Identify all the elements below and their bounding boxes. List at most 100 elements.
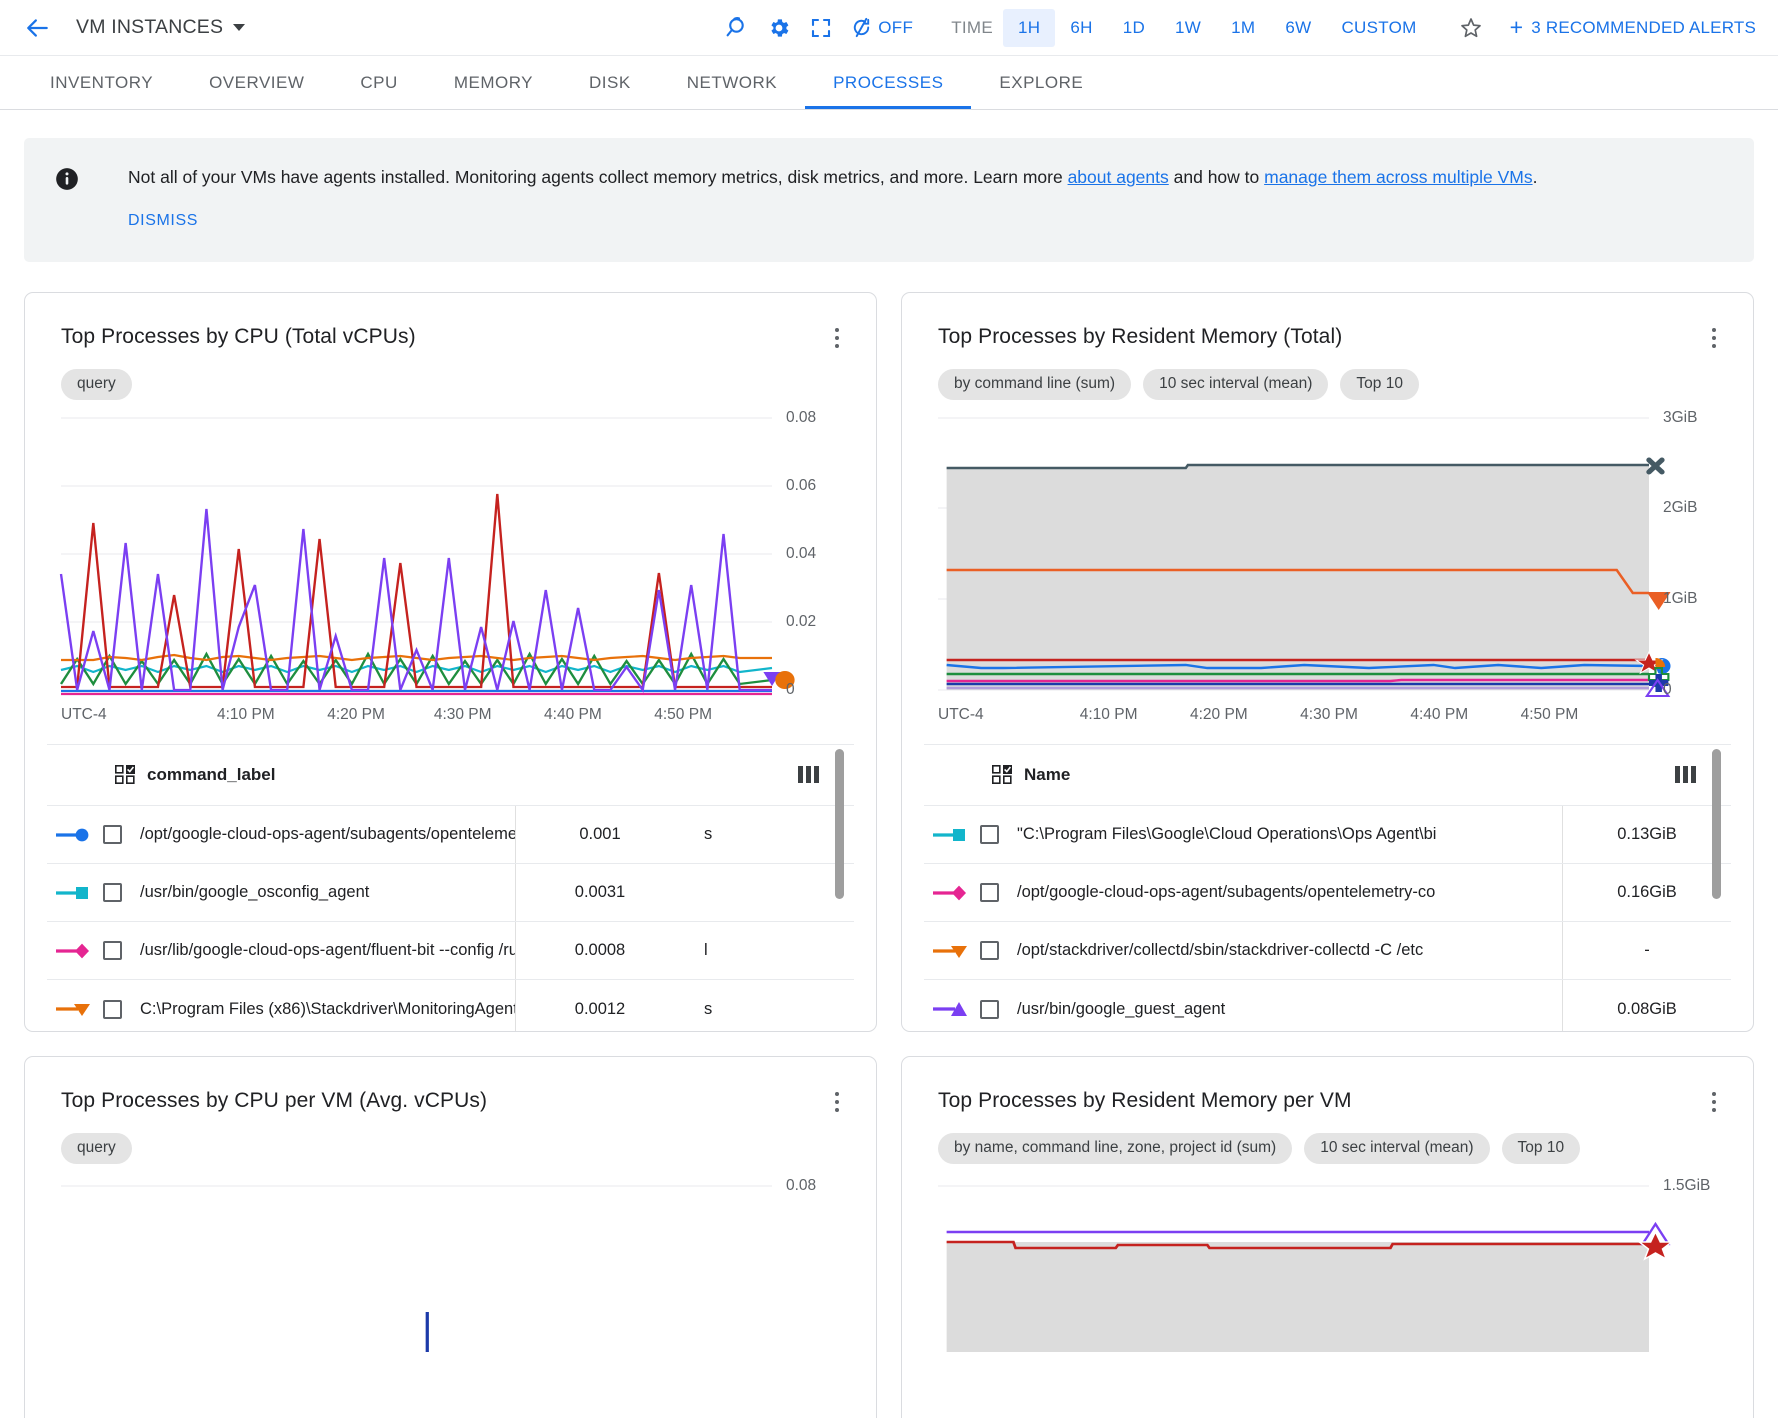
row-name: /opt/google-cloud-ops-agent/subagents/op… xyxy=(1017,883,1562,902)
row-extra: l xyxy=(684,941,854,960)
table-row[interactable]: /usr/bin/google_guest_agent 0.08GiB xyxy=(924,980,1731,1032)
y-tick-1.5gib: 1.5GiB xyxy=(1663,1177,1710,1195)
row-value: 0.0031 xyxy=(516,883,684,902)
columns-settings-icon[interactable] xyxy=(1675,765,1697,785)
row-checkbox[interactable] xyxy=(103,941,122,960)
page-title-dropdown[interactable]: VM INSTANCES xyxy=(76,16,245,39)
time-label: TIME xyxy=(951,18,993,38)
row-checkbox[interactable] xyxy=(980,1000,999,1019)
dismiss-button[interactable]: DISMISS xyxy=(128,212,198,230)
x-tick-450: 4:50 PM xyxy=(654,706,712,724)
card-header: Top Processes by CPU (Total vCPUs) xyxy=(47,317,854,353)
card-title: Top Processes by Resident Memory (Total) xyxy=(924,317,1342,349)
table-header-row: command_label xyxy=(47,745,854,805)
chart-cpu-per-vm: 0.08 xyxy=(47,1182,854,1352)
table-row[interactable]: "C:\Program Files\Google\Cloud Operation… xyxy=(924,806,1731,864)
tab-overview[interactable]: OVERVIEW xyxy=(181,56,332,109)
table-row[interactable]: /usr/lib/google-cloud-ops-agent/fluent-b… xyxy=(47,922,854,980)
recommended-alerts-button[interactable]: + 3 RECOMMENDED ALERTS xyxy=(1510,16,1756,39)
table-header-row: Name xyxy=(924,745,1731,805)
legend-table: Name "C:\Program Files\Google\Cloud Oper… xyxy=(924,744,1731,1032)
row-name: /usr/bin/google_guest_agent xyxy=(1017,1000,1562,1019)
time-range-1m[interactable]: 1M xyxy=(1216,9,1270,47)
row-name: /opt/google-cloud-ops-agent/subagents/op… xyxy=(140,825,515,844)
row-checkbox[interactable] xyxy=(103,825,122,844)
x-axis-labels: UTC-4 4:10 PM 4:20 PM 4:30 PM 4:40 PM 4:… xyxy=(61,698,772,730)
card-menu-button[interactable] xyxy=(824,1087,850,1117)
card-menu-button[interactable] xyxy=(1701,1087,1727,1117)
area-fill xyxy=(947,1242,1649,1352)
table-vertical-scrollbar[interactable] xyxy=(1712,749,1721,899)
table-row[interactable]: /opt/google-cloud-ops-agent/subagents/op… xyxy=(47,806,854,864)
tab-disk[interactable]: DISK xyxy=(561,56,659,109)
tab-explore[interactable]: EXPLORE xyxy=(971,56,1111,109)
dashboard-grid: Top Processes by CPU (Total vCPUs) query xyxy=(0,262,1778,1418)
legend-marker-triangle-up-icon xyxy=(924,1000,980,1018)
y-axis-labels: 1.5GiB xyxy=(1653,1182,1731,1352)
search-button[interactable] xyxy=(716,7,758,49)
favorite-button[interactable] xyxy=(1450,7,1492,49)
chart-svg xyxy=(61,418,772,698)
back-button[interactable] xyxy=(18,8,58,48)
row-checkbox[interactable] xyxy=(980,883,999,902)
row-checkbox[interactable] xyxy=(980,941,999,960)
table-row[interactable]: C:\Program Files (x86)\Stackdriver\Monit… xyxy=(47,980,854,1032)
table-vertical-scrollbar[interactable] xyxy=(835,749,844,899)
column-select-icon xyxy=(992,765,1012,785)
table-row[interactable]: /opt/stackdriver/collectd/sbin/stackdriv… xyxy=(924,922,1731,980)
chip-by-name-command-line[interactable]: by name, command line, zone, project id … xyxy=(938,1133,1292,1164)
row-name: /usr/lib/google-cloud-ops-agent/fluent-b… xyxy=(140,941,515,960)
time-range-1w[interactable]: 1W xyxy=(1160,9,1216,47)
legend-marker-diamond-icon xyxy=(924,884,980,902)
chart-cpu-total: 0.08 0.06 0.04 0.02 0 UTC-4 4:10 PM 4:20… xyxy=(47,418,854,730)
tab-network[interactable]: NETWORK xyxy=(659,56,805,109)
row-checkbox[interactable] xyxy=(980,825,999,844)
top-app-bar: VM INSTANCES OFF TIME 1H 6H 1D 1W 1M 6W … xyxy=(0,0,1778,56)
row-checkbox[interactable] xyxy=(103,1000,122,1019)
y-axis-labels: 3GiB 2GiB 1GiB 0 xyxy=(1653,418,1731,698)
y-tick-0.08: 0.08 xyxy=(786,1177,816,1195)
refresh-icon xyxy=(850,16,873,39)
fullscreen-button[interactable] xyxy=(800,7,842,49)
marker-triangle-down-icon xyxy=(1647,592,1671,610)
chip-interval[interactable]: 10 sec interval (mean) xyxy=(1304,1133,1489,1164)
chip-query[interactable]: query xyxy=(61,369,132,400)
time-range-1h[interactable]: 1H xyxy=(1003,9,1055,47)
chip-query[interactable]: query xyxy=(61,1133,132,1164)
time-range-1d[interactable]: 1D xyxy=(1108,9,1160,47)
tab-inventory[interactable]: INVENTORY xyxy=(22,56,181,109)
auto-refresh-toggle[interactable]: OFF xyxy=(850,16,913,39)
chip-top-10[interactable]: Top 10 xyxy=(1502,1133,1581,1164)
columns-settings-icon[interactable] xyxy=(798,765,820,785)
row-value: 0.08GiB xyxy=(1563,1000,1731,1019)
row-value: 0.13GiB xyxy=(1563,825,1731,844)
table-row[interactable]: /opt/google-cloud-ops-agent/subagents/op… xyxy=(924,864,1731,922)
x-tick-420: 4:20 PM xyxy=(1190,706,1248,724)
chip-top-10[interactable]: Top 10 xyxy=(1340,369,1419,400)
settings-button[interactable] xyxy=(758,7,800,49)
card-chips: by name, command line, zone, project id … xyxy=(924,1117,1731,1164)
about-agents-link[interactable]: about agents xyxy=(1068,167,1169,187)
x-tick-440: 4:40 PM xyxy=(544,706,602,724)
time-range-6w[interactable]: 6W xyxy=(1270,9,1326,47)
chip-interval[interactable]: 10 sec interval (mean) xyxy=(1143,369,1328,400)
time-range-custom[interactable]: CUSTOM xyxy=(1326,9,1431,47)
chart-plot-area xyxy=(61,418,772,698)
card-top-processes-by-cpu-per-vm: Top Processes by CPU per VM (Avg. vCPUs)… xyxy=(24,1056,877,1418)
tab-memory[interactable]: MEMORY xyxy=(426,56,561,109)
chip-by-command-line[interactable]: by command line (sum) xyxy=(938,369,1131,400)
chart-mem-total: 3GiB 2GiB 1GiB 0 UTC-4 4:10 PM 4:20 PM 4… xyxy=(924,418,1731,730)
tab-processes[interactable]: PROCESSES xyxy=(805,56,971,109)
chart-plot-area xyxy=(938,418,1649,698)
y-tick-0.08: 0.08 xyxy=(786,409,816,427)
banner-text-part3: . xyxy=(1533,167,1538,187)
table-row[interactable]: /usr/bin/google_osconfig_agent 0.0031 xyxy=(47,864,854,922)
time-range-6h[interactable]: 6H xyxy=(1055,9,1107,47)
row-checkbox[interactable] xyxy=(103,883,122,902)
tab-cpu[interactable]: CPU xyxy=(332,56,425,109)
manage-vms-link[interactable]: manage them across multiple VMs xyxy=(1264,167,1532,187)
card-header: Top Processes by Resident Memory per VM xyxy=(924,1081,1731,1117)
y-tick-3gib: 3GiB xyxy=(1663,409,1697,427)
card-menu-button[interactable] xyxy=(824,323,850,353)
card-menu-button[interactable] xyxy=(1701,323,1727,353)
